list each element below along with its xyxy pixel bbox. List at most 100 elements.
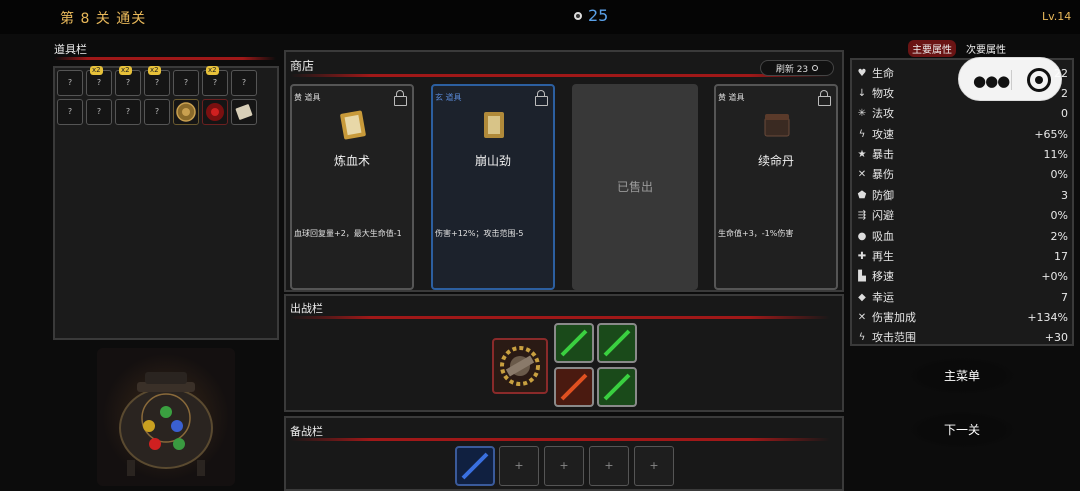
- card-desc: 伤害+12%；攻击范围-5: [435, 229, 524, 238]
- top-bar: [0, 0, 1080, 34]
- card-tag: 黄 道具: [718, 93, 745, 102]
- stat-row: ϟ 攻速 +65%: [856, 124, 1068, 144]
- coin-counter: 25: [574, 6, 608, 25]
- inventory-slot[interactable]: ?: [86, 99, 112, 125]
- shop-card[interactable]: 黄 道具 续命丹 生命值+3，-1%伤害: [714, 84, 838, 290]
- capsule-divider: [1011, 70, 1012, 90]
- cauldron-icon: [119, 372, 213, 476]
- card-name: 炼血术: [333, 154, 370, 168]
- inventory-slot-scroll[interactable]: [231, 99, 257, 125]
- bench-slot-empty[interactable]: +: [499, 446, 539, 486]
- stat-row: ⬟ 防御 3: [857, 188, 1068, 203]
- blue-blade-icon: [461, 452, 489, 480]
- manual-icon: [484, 112, 504, 138]
- miniprogram-capsule: ●●●: [958, 57, 1062, 101]
- heart-icon: ♥: [857, 67, 867, 79]
- inventory-slot[interactable]: x2?: [86, 66, 112, 96]
- stat-row: ✳ 法攻 0: [857, 106, 1068, 121]
- close-target-icon[interactable]: [1027, 68, 1051, 92]
- shop-card[interactable]: 黄 道具 炼血术 血球回复量+2，最大生命值-1: [290, 84, 414, 290]
- weapon-slot[interactable]: [492, 338, 548, 394]
- boot-icon: ▙: [858, 270, 866, 282]
- green-blade-icon: [603, 373, 631, 401]
- stat-row: ✕ 伤害加成 +134%: [857, 310, 1068, 325]
- bolt-icon: ϟ: [858, 128, 866, 140]
- star-icon: ★: [857, 148, 867, 160]
- lock-icon[interactable]: [818, 90, 831, 106]
- green-blade-icon: [603, 329, 631, 357]
- skill-slot-green[interactable]: [597, 367, 637, 407]
- battle-title: 出战栏: [290, 302, 323, 315]
- inventory-slot-bell[interactable]: [173, 99, 199, 125]
- drop-icon: ●: [857, 230, 867, 242]
- card-name: 续命丹: [757, 154, 794, 168]
- shop-title: 商店: [290, 59, 315, 73]
- bench-slot-blue[interactable]: [455, 446, 495, 486]
- bench-slot-empty[interactable]: +: [544, 446, 584, 486]
- inventory-slot-rune[interactable]: [202, 99, 228, 125]
- bench-slot-empty[interactable]: +: [589, 446, 629, 486]
- card-name: 崩山劲: [474, 154, 511, 168]
- magic-icon: ✳: [857, 107, 867, 119]
- cross-icon: ✕: [857, 168, 867, 180]
- next-level-button[interactable]: 下一关: [910, 412, 1014, 448]
- card-desc: 生命值+3，-1%伤害: [718, 229, 794, 238]
- shield-icon: ⬟: [857, 189, 867, 201]
- inventory-slot[interactable]: ?: [144, 99, 170, 125]
- tab-secondary-stats[interactable]: 次要属性: [964, 40, 1008, 57]
- count-badge: x2: [119, 66, 132, 75]
- stat-row: ✚ 再生 17: [857, 249, 1068, 264]
- refresh-button[interactable]: 刷新 23: [760, 60, 834, 76]
- stat-row: ⇶ 闪避 0%: [857, 208, 1068, 223]
- cauldron-image: [97, 348, 235, 486]
- inventory-slot[interactable]: ?: [57, 99, 83, 125]
- plus-icon: ✚: [857, 250, 867, 262]
- gear-wheel-icon: [500, 346, 540, 386]
- stat-row: ϟ 攻击范围 +30: [856, 327, 1068, 347]
- main-menu-button[interactable]: 主菜单: [910, 358, 1014, 394]
- green-blade-icon: [560, 329, 588, 357]
- lock-icon[interactable]: [394, 90, 407, 106]
- card-desc: 血球回复量+2，最大生命值-1: [294, 229, 402, 238]
- stat-row: ● 吸血 2%: [857, 229, 1068, 244]
- dodge-icon: ⇶: [857, 209, 867, 221]
- count-badge: x2: [206, 66, 219, 75]
- more-icon[interactable]: ●●●: [973, 72, 1010, 90]
- bench-divider: [290, 438, 830, 441]
- red-rune-icon: [206, 103, 224, 121]
- inventory-title: 道具栏: [54, 43, 87, 56]
- scroll-icon: [235, 104, 253, 120]
- lock-icon[interactable]: [535, 90, 548, 106]
- book-icon: [340, 110, 366, 140]
- bench-title: 备战栏: [290, 425, 323, 438]
- bench-slot-empty[interactable]: +: [634, 446, 674, 486]
- skill-slot-orange[interactable]: [554, 367, 594, 407]
- coin-value: 25: [588, 6, 609, 25]
- pill-box-icon: [764, 114, 790, 137]
- battle-divider: [290, 316, 830, 319]
- inventory-slot[interactable]: ?: [231, 70, 257, 96]
- inventory-slot[interactable]: ?: [115, 99, 141, 125]
- stat-row: ▙ 移速 +0%: [856, 266, 1068, 286]
- shop-divider: [290, 74, 830, 77]
- refresh-label: 刷新 23: [775, 64, 809, 75]
- tab-primary-stats[interactable]: 主要属性: [908, 40, 956, 57]
- clover-icon: ◆: [858, 291, 866, 303]
- inventory-divider: [54, 57, 276, 60]
- inventory-slot[interactable]: ?: [173, 70, 199, 96]
- inventory-slot[interactable]: ?: [57, 70, 83, 96]
- inventory-slot[interactable]: x2?: [144, 66, 170, 96]
- sold-out-slot: 已售出: [572, 84, 698, 290]
- card-tag: 玄 道具: [435, 93, 462, 102]
- card-tag: 黄 道具: [294, 93, 321, 102]
- swords-icon: ✕: [857, 311, 867, 323]
- stage-status: 第 8 关 通关: [60, 11, 147, 27]
- count-badge: x2: [90, 66, 103, 75]
- shop-card[interactable]: 玄 道具 崩山劲 伤害+12%；攻击范围-5: [431, 84, 555, 290]
- skill-slot-green[interactable]: [554, 323, 594, 363]
- inventory-slot[interactable]: x2?: [202, 66, 228, 96]
- skill-slot-green[interactable]: [597, 323, 637, 363]
- range-icon: ϟ: [858, 331, 866, 343]
- bell-icon: [176, 102, 196, 122]
- inventory-slot[interactable]: x2?: [115, 66, 141, 96]
